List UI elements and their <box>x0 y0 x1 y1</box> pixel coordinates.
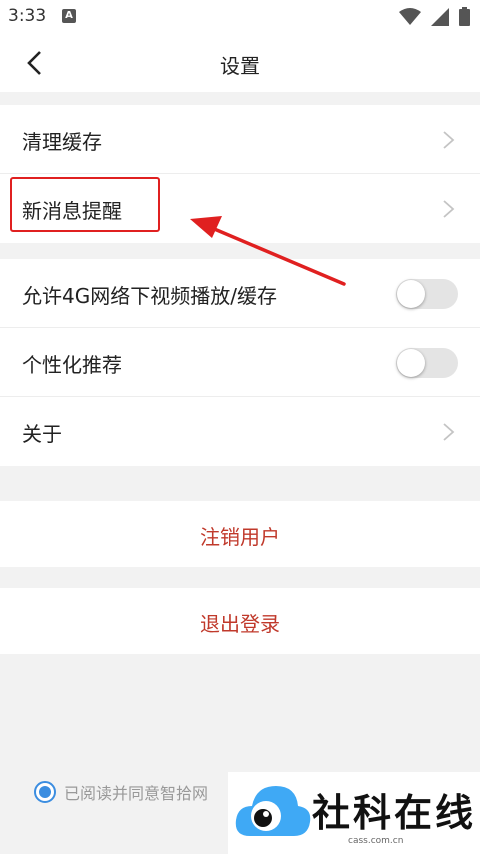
chevron-right-icon <box>443 200 455 218</box>
battery-icon <box>459 7 470 26</box>
toggle-knob <box>397 349 425 377</box>
settings-group-1: 清理缓存 新消息提醒 <box>0 105 480 243</box>
agreement-text: 已阅读并同意智拾网 <box>64 784 209 803</box>
logout-label: 退出登录 <box>200 612 280 636</box>
clear-cache-label: 清理缓存 <box>22 130 102 154</box>
allow-4g-video-label: 允许4G网络下视频播放/缓存 <box>22 284 277 308</box>
cloud-eye-logo-icon <box>235 786 311 836</box>
status-time: 3:33 <box>8 6 47 26</box>
about-label: 关于 <box>22 422 62 446</box>
personalized-recommend-row: 个性化推荐 <box>0 328 480 397</box>
radio-checked-dot <box>39 786 51 798</box>
watermark-sub: cass.com.cn <box>348 836 404 846</box>
settings-group-2: 允许4G网络下视频播放/缓存 个性化推荐 关于 <box>0 259 480 466</box>
signal-icon <box>431 7 449 26</box>
new-message-reminder-label: 新消息提醒 <box>22 199 122 223</box>
toggle-knob <box>397 280 425 308</box>
personalized-recommend-label: 个性化推荐 <box>22 353 122 377</box>
notification-badge-icon: A <box>62 9 76 23</box>
nav-bar: 设置 <box>0 34 480 92</box>
about-row[interactable]: 关于 <box>0 397 480 466</box>
allow-4g-video-toggle[interactable] <box>396 279 458 309</box>
personalized-recommend-toggle[interactable] <box>396 348 458 378</box>
watermark: 社科在线 cass.com.cn <box>228 772 480 854</box>
agreement-radio[interactable] <box>34 781 56 803</box>
page-title: 设置 <box>220 54 260 78</box>
new-message-reminder-row[interactable]: 新消息提醒 <box>0 174 480 243</box>
deregister-label: 注销用户 <box>200 525 280 549</box>
allow-4g-video-row: 允许4G网络下视频播放/缓存 <box>0 259 480 328</box>
clear-cache-row[interactable]: 清理缓存 <box>0 105 480 174</box>
watermark-text: 社科在线 <box>312 790 477 835</box>
wifi-icon <box>399 7 421 25</box>
status-bar: 3:33 A <box>0 0 480 34</box>
deregister-button[interactable]: 注销用户 <box>0 501 480 567</box>
agreement-row: 已阅读并同意智拾网 <box>34 780 208 804</box>
logout-button[interactable]: 退出登录 <box>0 588 480 654</box>
chevron-right-icon <box>443 131 455 149</box>
chevron-right-icon <box>443 423 455 441</box>
status-icons <box>399 7 470 26</box>
